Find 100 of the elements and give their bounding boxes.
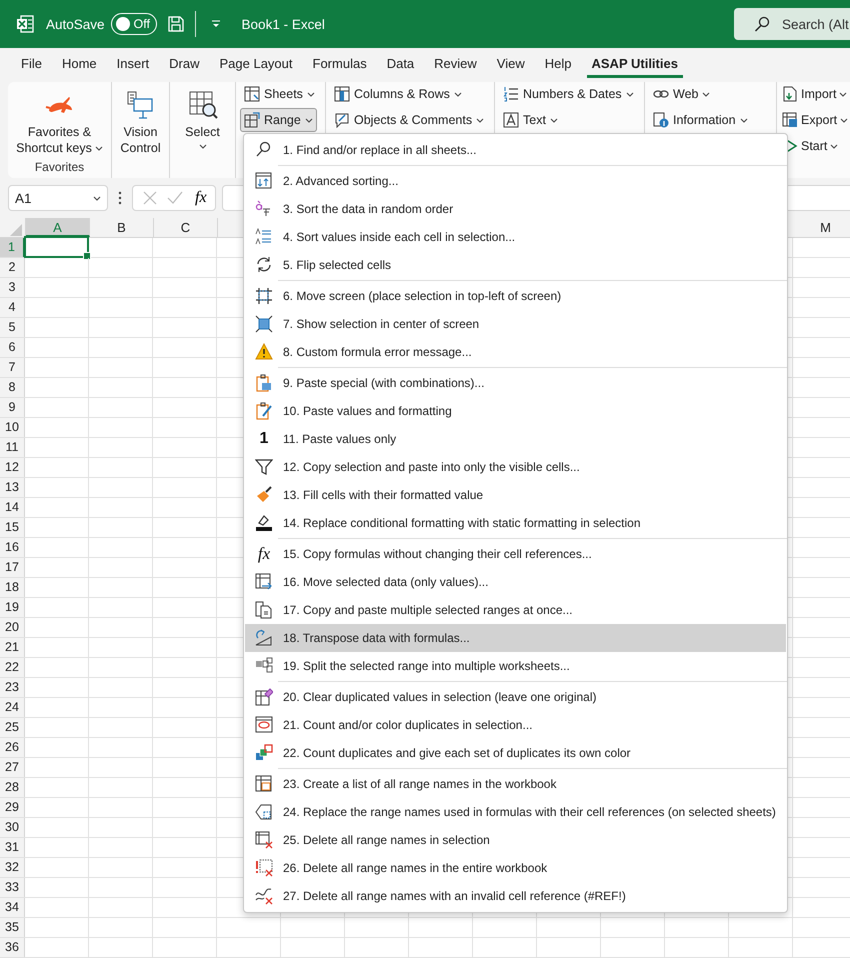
ribbon-tab[interactable]: File [12,54,51,80]
row-header[interactable]: 14 [0,498,25,517]
column-header[interactable]: C [154,218,218,237]
row-header[interactable]: 4 [0,298,25,317]
ribbon-button[interactable]: Objects & Comments [330,108,488,132]
menu-item[interactable]: 22. Count duplicates and give each set of duplicates its own color [245,739,786,767]
ribbon-tab[interactable]: Review [425,54,486,80]
ribbon-tab[interactable]: Home [52,54,106,80]
row-header[interactable]: 27 [0,758,25,777]
menu-item[interactable]: 12. Copy selection and paste into only the visible cells... [245,453,786,481]
row-header[interactable]: 8 [0,378,25,397]
row-header[interactable]: 36 [0,938,25,957]
row-header[interactable]: 6 [0,338,25,357]
search-field[interactable]: Search (Alt [734,8,850,40]
menu-item[interactable]: 26. Delete all range names in the entire workbook [245,854,786,882]
row-header[interactable]: 17 [0,558,25,577]
column-header[interactable]: M [794,218,850,237]
active-cell[interactable] [24,236,89,258]
ribbon-button[interactable]: Columns & Rows [330,82,466,106]
row-header[interactable]: 35 [0,918,25,937]
row-header[interactable]: 29 [0,798,25,817]
document-title: Book1 - Excel [242,16,325,32]
row-header[interactable]: 10 [0,418,25,437]
menu-item[interactable]: 16. Move selected data (only values)... [245,568,786,596]
menu-item[interactable]: fx 15. Copy formulas without changing their cell references... [245,540,786,568]
row-header[interactable]: 12 [0,458,25,477]
comment-icon [334,112,350,128]
ribbon-tab[interactable]: Insert [108,54,158,80]
menu-item[interactable]: 24. Replace the range names used in formulas with their cell references (on selected sheets) [245,798,786,826]
autosave-toggle[interactable]: Off [110,13,157,35]
insert-function-button[interactable]: fx [193,189,209,207]
save-icon[interactable] [166,15,185,33]
row-header[interactable]: 5 [0,318,25,337]
ribbon-tab[interactable]: Draw [160,54,208,80]
table-eraser-icon [255,688,273,706]
row-header[interactable]: 13 [0,478,25,497]
menu-item[interactable]: 14. Replace conditional formatting with static formatting in selection [245,509,786,537]
row-header[interactable]: 33 [0,878,25,897]
paint-brush-icon [255,486,273,504]
row-header[interactable]: 24 [0,698,25,717]
menu-item[interactable]: 23. Create a list of all range names in the workbook [245,770,786,798]
ribbon-tab[interactable]: View [488,54,534,80]
ribbon-button[interactable]: Information [649,108,752,132]
customize-dropdown-icon[interactable] [210,18,222,30]
row-header[interactable]: 34 [0,898,25,917]
menu-item[interactable]: 6. Move screen (place selection in top-left of screen) [245,282,786,310]
ribbon-tab[interactable]: Formulas [304,54,376,80]
menu-item[interactable]: 10. Paste values and formatting [245,397,786,425]
row-header[interactable]: 16 [0,538,25,557]
row-header[interactable]: 9 [0,398,25,417]
ribbon-button[interactable]: Range [240,108,317,132]
menu-item[interactable]: 8. Custom formula error message... [245,338,786,366]
ribbon-button[interactable]: Favorites & Shortcut keys [14,90,105,156]
ribbon-button[interactable]: Numbers & Dates [499,82,638,106]
row-header[interactable]: 18 [0,578,25,597]
menu-item[interactable]: 4. Sort values inside each cell in selection... [245,223,786,251]
ribbon-button[interactable]: Web [649,82,714,106]
row-header[interactable]: 25 [0,718,25,737]
menu-item[interactable]: 17. Copy and paste multiple selected ranges at once... [245,596,786,624]
menu-item[interactable]: 19. Split the selected range into multiple worksheets... [245,652,786,680]
row-header[interactable]: 30 [0,818,25,837]
row-header[interactable]: 11 [0,438,25,457]
menu-item[interactable]: 25. Delete all range names in selection [245,826,786,854]
row-header[interactable]: 20 [0,618,25,637]
ribbon-button[interactable]: Import [779,82,850,106]
menu-item[interactable]: 21. Count and/or color duplicates in selection... [245,711,786,739]
ribbon-button[interactable]: Export [779,108,850,132]
menu-item[interactable]: 3. Sort the data in random order [245,195,786,223]
menu-item[interactable]: 2. Advanced sorting... [245,167,786,195]
row-header[interactable]: 32 [0,858,25,877]
row-header[interactable]: 19 [0,598,25,617]
more-options-icon[interactable] [118,191,122,205]
row-header[interactable]: 3 [0,278,25,297]
menu-item[interactable]: 27. Delete all range names with an invalid cell reference (#REF!) [245,882,786,910]
menu-item[interactable]: 1 11. Paste values only [245,425,786,453]
check-icon[interactable] [167,191,183,205]
ribbon-button[interactable]: Sheets [240,82,319,106]
menu-item[interactable]: 5. Flip selected cells [245,251,786,279]
ribbon-tab[interactable]: Page Layout [210,54,302,80]
row-header[interactable]: 26 [0,738,25,757]
row-header[interactable]: 31 [0,838,25,857]
row-header[interactable]: 7 [0,358,25,377]
row-header[interactable]: 22 [0,658,25,677]
row-header[interactable]: 15 [0,518,25,537]
name-box[interactable]: A1 [8,185,108,211]
ribbon-tab[interactable]: Data [378,54,424,80]
row-header[interactable]: 23 [0,678,25,697]
menu-item[interactable]: 7. Show selection in center of screen [245,310,786,338]
row-header[interactable]: 21 [0,638,25,657]
menu-item[interactable]: 20. Clear duplicated values in selection (leave one original) [245,683,786,711]
ribbon-button[interactable]: Text [499,108,562,132]
menu-item[interactable]: 9. Paste special (with combinations)... [245,369,786,397]
menu-item[interactable]: 1. Find and/or replace in all sheets... [245,136,786,164]
ribbon-tab[interactable]: Help [536,54,580,80]
menu-item[interactable]: 18. Transpose data with formulas... [245,624,786,652]
sheets-icon [244,86,260,102]
menu-item[interactable]: 13. Fill cells with their formatted value [245,481,786,509]
column-header[interactable]: B [90,218,154,237]
row-header[interactable]: 2 [0,258,25,277]
row-header[interactable]: 28 [0,778,25,797]
